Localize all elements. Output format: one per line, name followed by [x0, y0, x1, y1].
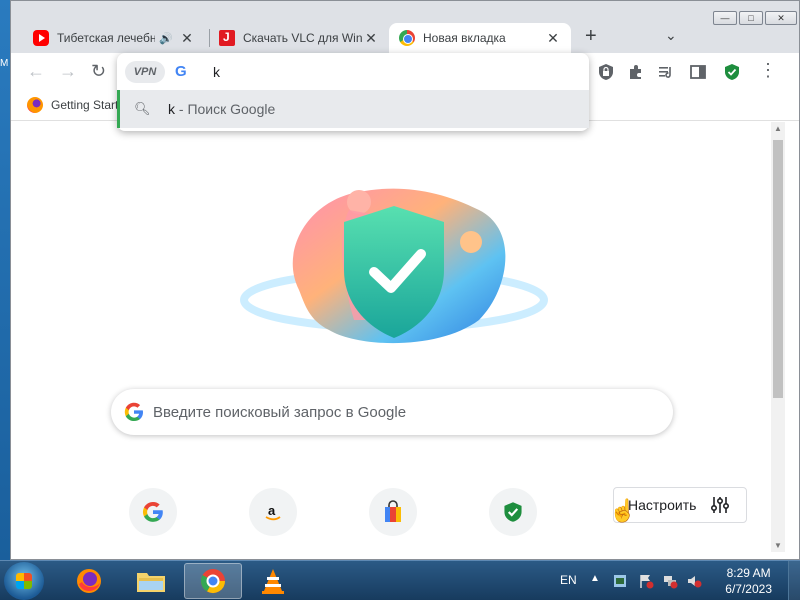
omnibox-dropdown: VPN G 🔍︎ k - Поиск Google	[117, 53, 589, 131]
vpn-badge[interactable]: VPN	[125, 61, 165, 83]
chrome-window: — □ ✕ Тибетская лечебн 🔊 ✕ Скачать VLC д…	[10, 0, 800, 560]
media-queue-icon[interactable]	[657, 63, 675, 81]
close-tab-icon[interactable]: ✕	[545, 30, 561, 47]
forward-button[interactable]: →	[59, 61, 77, 82]
desktop-icon-label[interactable]: M	[0, 58, 8, 69]
green-shield-extension-icon[interactable]	[723, 63, 741, 81]
customize-label: Настроить	[628, 497, 697, 513]
amazon-icon: a	[265, 503, 281, 521]
system-clock[interactable]: 8:29 AM 6/7/2023	[725, 565, 772, 597]
new-tab-button[interactable]: +	[585, 25, 597, 48]
clock-time: 8:29 AM	[726, 566, 771, 580]
tab-search-button[interactable]: ⌄	[665, 27, 677, 44]
reload-button[interactable]: ↻	[91, 61, 106, 82]
tab-vlc[interactable]: Скачать VLC для Wind ✕	[209, 23, 389, 53]
close-window-button[interactable]: ✕	[765, 11, 797, 25]
minimize-button[interactable]: —	[713, 11, 737, 25]
shortcut-amazon[interactable]: a	[249, 488, 297, 536]
suggestion-query: k	[168, 101, 175, 117]
windows-taskbar: EN ▲ 8:29 AM 6/7/2023	[0, 560, 800, 600]
omnibox-suggestion[interactable]: 🔍︎ k - Поиск Google	[117, 90, 589, 128]
google-icon: G	[175, 63, 187, 80]
tab-title: Тибетская лечебн	[57, 31, 156, 45]
close-tab-icon[interactable]: ✕	[179, 30, 195, 47]
address-bar-input[interactable]	[213, 61, 573, 83]
tab-title: Новая вкладка	[423, 31, 506, 45]
action-center-flag-icon[interactable]	[638, 573, 654, 589]
show-desktop-button[interactable]	[788, 561, 800, 600]
suggestion-suffix: - Поиск Google	[175, 101, 276, 117]
clock-date: 6/7/2023	[725, 582, 772, 596]
scrollbar-thumb[interactable]	[773, 140, 783, 398]
speaker-icon[interactable]: 🔊	[159, 32, 173, 45]
shield-check-icon	[504, 502, 522, 522]
google-search-box[interactable]	[111, 389, 673, 435]
tab-strip: — □ ✕ Тибетская лечебн 🔊 ✕ Скачать VLC д…	[11, 1, 799, 53]
language-indicator[interactable]: EN	[560, 573, 577, 587]
youtube-icon	[33, 30, 49, 46]
shopping-bag-icon	[385, 500, 401, 522]
folder-icon	[137, 573, 165, 592]
vlc-cone-icon	[262, 569, 284, 594]
show-hidden-icons-arrow[interactable]: ▲	[590, 573, 600, 584]
scroll-up-arrow-icon[interactable]: ▲	[774, 124, 782, 133]
system-tray: EN ▲ 8:29 AM 6/7/2023	[560, 561, 800, 600]
tab-title: Скачать VLC для Wind	[243, 31, 363, 45]
chrome-icon	[399, 30, 415, 46]
chrome-menu-button[interactable]: ⋮	[759, 60, 777, 81]
window-controls: — □ ✕	[713, 11, 797, 25]
suggestion-text: k - Поиск Google	[168, 101, 275, 117]
sliders-icon	[711, 497, 730, 513]
scroll-down-arrow-icon[interactable]: ▼	[774, 541, 782, 550]
hand-cursor-icon: ☝	[609, 498, 637, 523]
close-tab-icon[interactable]: ✕	[363, 30, 379, 47]
chrome-icon	[200, 569, 225, 594]
volume-muted-icon[interactable]	[686, 573, 702, 589]
shortcut-google[interactable]	[129, 488, 177, 536]
tray-app-icon[interactable]	[612, 573, 628, 589]
side-panel-icon[interactable]	[689, 63, 707, 81]
page-scrollbar[interactable]: ▲ ▼	[771, 122, 785, 552]
taskbar-vlc[interactable]	[244, 563, 302, 599]
taskbar-file-explorer[interactable]	[122, 563, 180, 599]
google-icon	[124, 402, 143, 421]
firefox-icon	[77, 569, 101, 593]
taskbar-chrome[interactable]	[184, 563, 242, 599]
shortcut-shield[interactable]	[489, 488, 537, 536]
new-tab-page: ▲ ▼ Введите поисковый запрос в Google a …	[11, 122, 799, 559]
search-icon: 🔍︎	[134, 101, 151, 116]
firefox-icon	[27, 97, 43, 113]
svg-text:a: a	[268, 503, 276, 518]
back-button[interactable]: ←	[27, 61, 45, 82]
taskbar-firefox[interactable]	[60, 563, 118, 599]
maximize-button[interactable]: □	[739, 11, 763, 25]
lock-shield-extension-icon[interactable]	[597, 63, 615, 81]
vlc-site-icon	[219, 30, 235, 46]
start-button[interactable]	[4, 562, 44, 600]
network-icon[interactable]	[662, 573, 678, 589]
google-search-input[interactable]	[153, 403, 673, 421]
shortcut-shopping[interactable]	[369, 488, 417, 536]
tab-new-tab[interactable]: Новая вкладка ✕	[389, 23, 571, 53]
extensions-puzzle-icon[interactable]	[627, 63, 645, 81]
security-shield-illustration	[240, 188, 548, 344]
tab-youtube[interactable]: Тибетская лечебн 🔊 ✕	[23, 23, 205, 53]
bookmark-getting-started[interactable]: Getting Started	[27, 97, 132, 113]
google-icon	[142, 501, 163, 522]
desktop-background: M	[0, 0, 10, 560]
